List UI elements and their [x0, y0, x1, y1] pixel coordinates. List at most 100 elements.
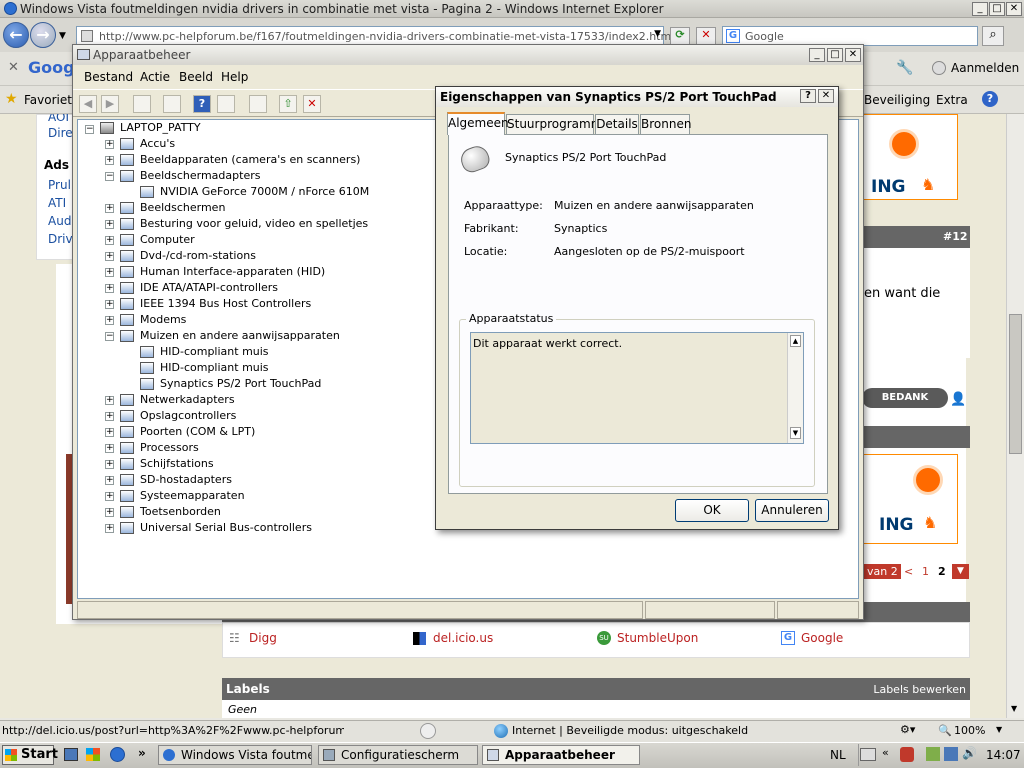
tree-category[interactable]: Accu's	[140, 136, 175, 152]
help-icon[interactable]: ?	[982, 91, 998, 107]
show-hide-tree-icon[interactable]	[133, 95, 151, 113]
wrench-icon[interactable]: 🔧	[896, 60, 913, 76]
expand-icon[interactable]: +	[105, 508, 114, 517]
tree-root[interactable]: LAPTOP_PATTY	[120, 120, 201, 136]
pagination-dropdown-icon[interactable]: ▼	[952, 564, 969, 579]
switch-windows-icon[interactable]	[86, 748, 100, 761]
tree-category[interactable]: Dvd-/cd-rom-stations	[140, 248, 256, 264]
social-link-google[interactable]: Google	[801, 631, 843, 645]
stop-icon[interactable]: ✕	[696, 27, 716, 45]
tree-device[interactable]: Synaptics PS/2 Port TouchPad	[160, 376, 321, 392]
tab-bronnen[interactable]: Bronnen	[640, 114, 691, 134]
close-toolbar-icon[interactable]: ✕	[8, 60, 19, 75]
pagination-prev[interactable]: <	[904, 565, 913, 578]
tree-category[interactable]: IDE ATA/ATAPI-controllers	[140, 280, 278, 296]
tree-category[interactable]: Opslagcontrollers	[140, 408, 236, 424]
social-link-digg[interactable]: Digg	[249, 631, 277, 645]
language-indicator[interactable]: NL	[830, 748, 846, 762]
signin-link[interactable]: Aanmelden	[951, 61, 1019, 75]
thanks-button[interactable]: BEDANK	[862, 388, 948, 408]
tree-device[interactable]: HID-compliant muis	[160, 344, 269, 360]
close-button[interactable]: ✕	[1006, 2, 1022, 16]
task-button[interactable]: Configuratiescherm	[318, 745, 478, 765]
refresh-icon[interactable]: ⟳	[670, 27, 690, 45]
help-icon[interactable]: ?	[193, 95, 211, 113]
page-scrollbar[interactable]: ▼	[1006, 114, 1024, 718]
tree-category[interactable]: Beeldschermen	[140, 200, 225, 216]
back-icon[interactable]: ◀	[79, 95, 97, 113]
side-link[interactable]: Dire	[48, 126, 73, 140]
collapse-icon[interactable]: −	[105, 172, 114, 181]
scan-hardware-icon[interactable]	[249, 95, 267, 113]
expand-icon[interactable]: +	[105, 252, 114, 261]
ing-banner-top[interactable]: ING ♞	[862, 114, 958, 200]
tree-category[interactable]: SD-hostadapters	[140, 472, 232, 488]
task-button-active[interactable]: Apparaatbeheer	[482, 745, 640, 765]
tray-network-icon[interactable]	[944, 747, 958, 761]
tray-power-icon[interactable]	[926, 747, 940, 761]
scroll-down-icon[interactable]: ▼	[790, 427, 801, 439]
post-number[interactable]: #12	[943, 230, 968, 243]
dialog-close-button[interactable]: ✕	[818, 89, 834, 103]
task-button[interactable]: Windows Vista foutmeldi...	[158, 745, 312, 765]
tree-device[interactable]: NVIDIA GeForce 7000M / nForce 610M	[160, 184, 369, 200]
user-thanks-icon[interactable]: 👤	[950, 392, 966, 407]
ad-link[interactable]: Driv	[48, 232, 73, 246]
tab-stuurprogramma[interactable]: Stuurprogramma	[506, 114, 610, 134]
update-driver-icon[interactable]: ⇧	[279, 95, 297, 113]
ad-link[interactable]: Aud	[48, 214, 71, 228]
quicklaunch-more-icon[interactable]: »	[138, 746, 146, 760]
expand-icon[interactable]: +	[105, 524, 114, 533]
tree-category[interactable]: Computer	[140, 232, 195, 248]
tree-category[interactable]: Modems	[140, 312, 186, 328]
ie-quicklaunch-icon[interactable]	[110, 747, 125, 762]
social-link-stumbleupon[interactable]: StumbleUpon	[617, 631, 698, 645]
tree-category[interactable]: Human Interface-apparaten (HID)	[140, 264, 325, 280]
extra-menu[interactable]: Extra	[936, 93, 968, 107]
dm-minimize-button[interactable]: _	[809, 48, 825, 62]
tree-category[interactable]: Muizen en andere aanwijsapparaten	[140, 328, 340, 344]
expand-icon[interactable]: +	[105, 220, 114, 229]
expand-icon[interactable]: +	[105, 492, 114, 501]
security-zone[interactable]: Internet | Beveiligde modus: uitgeschake…	[512, 724, 748, 737]
ing-banner-bottom[interactable]: ING ♞	[862, 454, 958, 544]
popup-blocker-icon[interactable]	[420, 723, 436, 739]
tree-category[interactable]: IEEE 1394 Bus Host Controllers	[140, 296, 311, 312]
dm-close-button[interactable]: ✕	[845, 48, 861, 62]
tray-keyboard-icon[interactable]	[860, 748, 876, 761]
cancel-button[interactable]: Annuleren	[755, 499, 829, 522]
address-dropdown-icon[interactable]: ▼	[654, 29, 661, 39]
zoom-dropdown-icon[interactable]: ▼	[996, 725, 1002, 734]
scrollbar-thumb[interactable]	[1009, 314, 1022, 454]
forward-button[interactable]: →	[30, 22, 56, 48]
properties-icon[interactable]	[163, 95, 181, 113]
forward-icon[interactable]: ▶	[101, 95, 119, 113]
expand-icon[interactable]: +	[105, 140, 114, 149]
tray-security-icon[interactable]	[900, 747, 914, 762]
expand-icon[interactable]: +	[105, 476, 114, 485]
labels-edit-link[interactable]: Labels bewerken	[873, 683, 966, 696]
tree-category[interactable]: Processors	[140, 440, 199, 456]
address-input[interactable]: http://www.pc-helpforum.be/f167/foutmeld…	[99, 30, 674, 43]
device-status-textbox[interactable]: Dit apparaat werkt correct. ▲ ▼	[470, 332, 804, 444]
side-link[interactable]: AOI	[48, 114, 69, 124]
tree-category[interactable]: Universal Serial Bus-controllers	[140, 520, 312, 536]
search-box[interactable]: G Google	[722, 26, 978, 46]
expand-icon[interactable]: +	[105, 236, 114, 245]
ad-link[interactable]: Prul	[48, 178, 71, 192]
tree-category[interactable]: Schijfstations	[140, 456, 214, 472]
tray-expand-icon[interactable]: «	[882, 746, 889, 759]
zoom-level[interactable]: 100%	[954, 724, 985, 737]
tree-category[interactable]: Beeldschermadapters	[140, 168, 260, 184]
menu-bestand[interactable]: Bestand	[84, 70, 133, 84]
status-scrollbar[interactable]: ▲ ▼	[787, 333, 803, 443]
menu-beeld[interactable]: Beeld	[179, 70, 213, 84]
expand-icon[interactable]: +	[105, 412, 114, 421]
tree-category[interactable]: Toetsenborden	[140, 504, 221, 520]
pagination-page[interactable]: 1	[922, 565, 929, 578]
search-input[interactable]: Google	[745, 30, 784, 43]
security-menu[interactable]: Beveiliging	[864, 93, 930, 107]
tree-category[interactable]: Besturing voor geluid, video en spelletj…	[140, 216, 368, 232]
dialog-help-button[interactable]: ?	[800, 89, 816, 103]
search-go-icon[interactable]: ⌕	[982, 26, 1004, 46]
